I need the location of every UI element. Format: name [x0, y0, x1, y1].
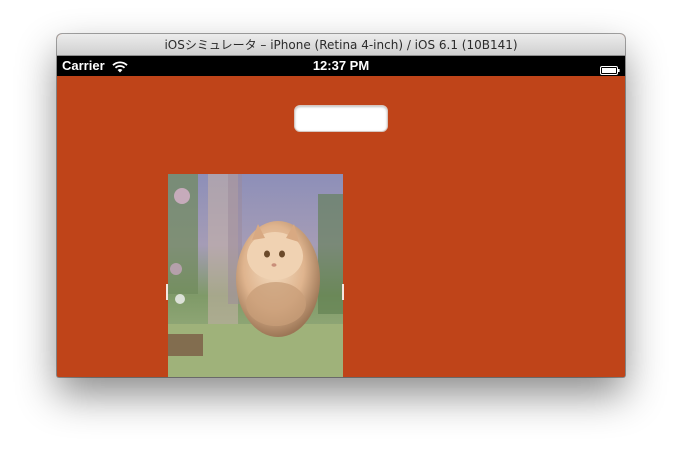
- image-left-edge: [166, 284, 168, 300]
- ios-status-bar: Carrier 12:37 PM: [57, 56, 625, 76]
- app-content: [57, 76, 625, 377]
- desktop: iOSシミュレータ – iPhone (Retina 4-inch) / iOS…: [0, 0, 682, 456]
- simulator-window: iOSシミュレータ – iPhone (Retina 4-inch) / iOS…: [57, 34, 625, 377]
- image-right-edge: [342, 284, 344, 300]
- window-titlebar[interactable]: iOSシミュレータ – iPhone (Retina 4-inch) / iOS…: [57, 34, 625, 56]
- status-time: 12:37 PM: [312, 58, 370, 73]
- battery-icon: [600, 62, 620, 75]
- text-field[interactable]: [294, 105, 388, 132]
- cat-image[interactable]: [168, 174, 343, 377]
- window-title: iOSシミュレータ – iPhone (Retina 4-inch) / iOS…: [164, 38, 518, 52]
